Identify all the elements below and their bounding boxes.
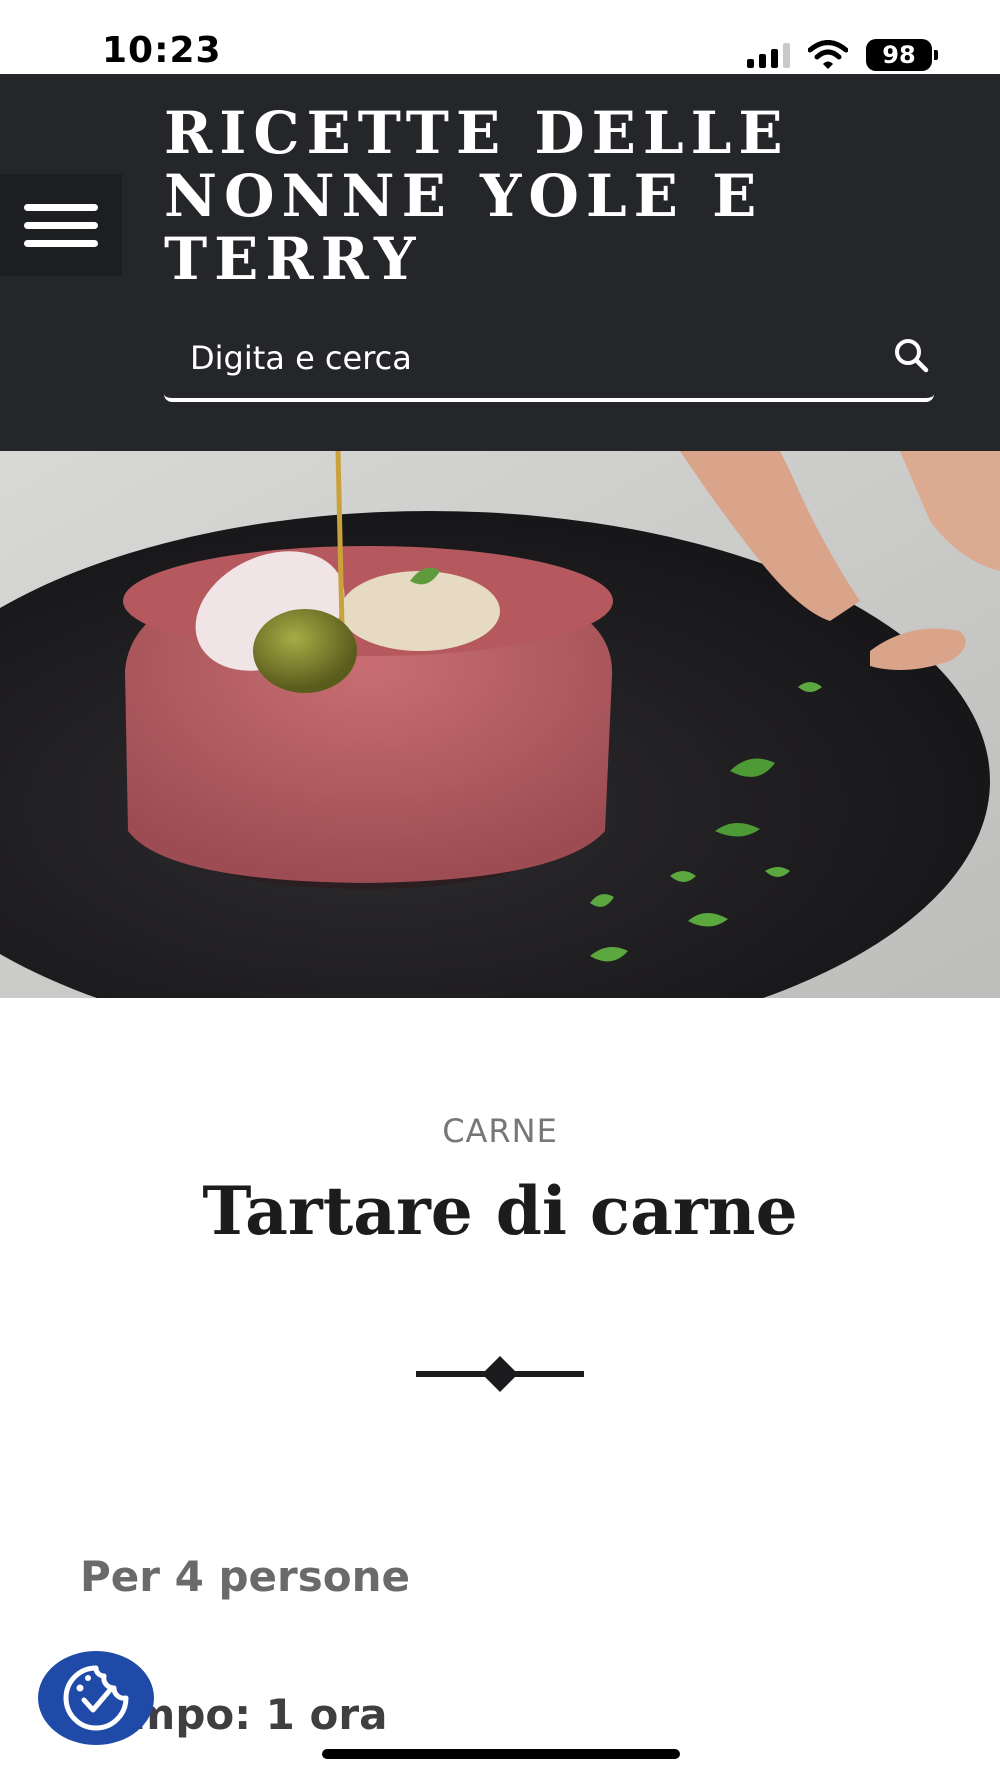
cookie-consent-button[interactable] — [38, 1651, 154, 1745]
search-icon[interactable] — [892, 336, 932, 376]
hamburger-menu-icon — [24, 203, 98, 211]
diamond-divider-icon — [416, 1356, 584, 1392]
battery-icon: 98 — [866, 39, 938, 71]
search-input[interactable] — [190, 336, 840, 380]
tartare-photo — [0, 451, 1000, 998]
site-title[interactable]: RICETTE DELLE NONNE YOLE E TERRY — [164, 102, 844, 291]
site-header: RICETTE DELLE NONNE YOLE E TERRY — [0, 74, 1000, 451]
search-box[interactable] — [164, 318, 934, 402]
hero-image — [0, 451, 1000, 998]
wifi-icon — [808, 40, 848, 69]
recipe-category[interactable]: CARNE — [0, 1112, 1000, 1150]
recipe-servings: Per 4 persone — [80, 1552, 410, 1601]
status-icons: 98 — [747, 38, 938, 72]
menu-button[interactable] — [0, 174, 122, 276]
status-time: 10:23 — [102, 30, 222, 71]
cellular-signal-icon — [747, 42, 790, 68]
cookie-consent-icon — [63, 1665, 129, 1731]
recipe-title: Tartare di carne — [202, 1172, 798, 1250]
status-bar: 10:23 98 — [0, 0, 1000, 74]
home-indicator — [322, 1749, 680, 1759]
